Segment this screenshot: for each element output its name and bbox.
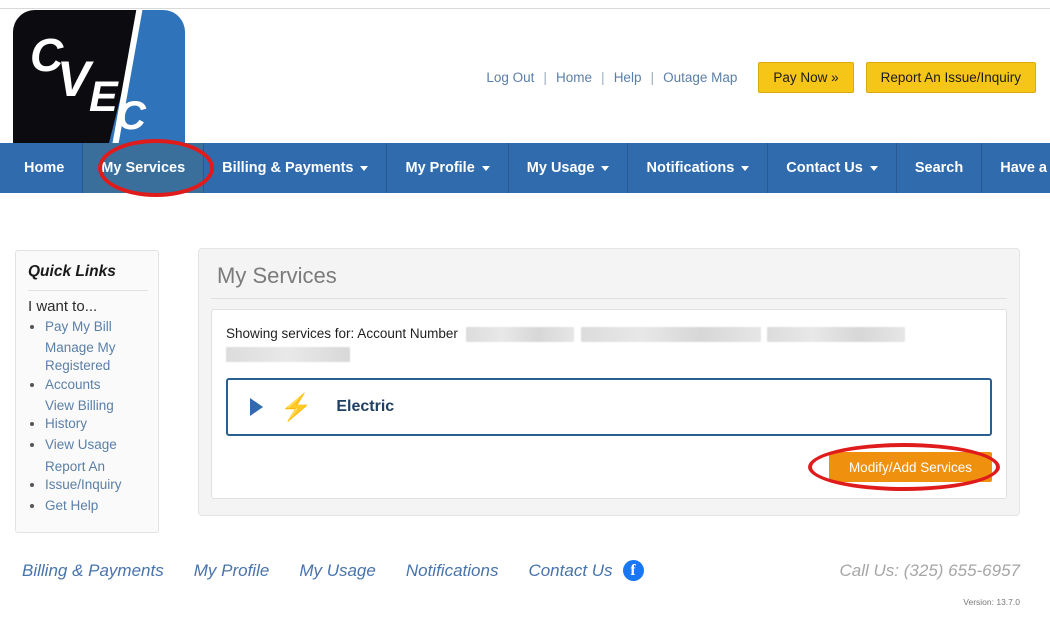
nav-label-my-usage: My Usage — [526, 160, 595, 176]
list-item: Get Help — [45, 497, 148, 515]
list-item: Report An Issue/Inquiry — [45, 458, 148, 494]
quick-links-subtitle: I want to... — [28, 298, 98, 315]
quick-links-title: Quick Links — [28, 263, 148, 291]
nav-item-search[interactable]: Search — [896, 143, 983, 193]
showing-services-text: Showing services for: Account Number — [226, 324, 992, 362]
call-us-text: Call Us: (325) 655-6957 — [839, 561, 1020, 580]
chevron-down-icon — [481, 165, 490, 171]
redacted-account-detail — [580, 326, 761, 342]
service-row-electric[interactable]: ⚡ Electric — [226, 378, 992, 436]
modify-add-services-button[interactable]: Modify/Add Services — [828, 452, 992, 482]
nav-label-billing-payments: Billing & Payments — [222, 160, 354, 176]
pay-now-button[interactable]: Pay Now » — [758, 61, 854, 93]
chevron-down-icon — [601, 165, 610, 171]
quick-link-manage-accounts[interactable]: Manage My Registered Accounts — [45, 339, 148, 394]
footer-link-my-profile[interactable]: My Profile — [194, 561, 270, 581]
version-text: Version: 13.7.0 — [963, 597, 1020, 607]
chevron-down-icon — [869, 165, 878, 171]
nav-label-my-profile: My Profile — [405, 160, 475, 176]
chevron-down-icon — [360, 165, 369, 171]
nav-item-home[interactable]: Home — [0, 143, 84, 193]
quick-link-report-issue[interactable]: Report An Issue/Inquiry — [45, 458, 148, 494]
main-navigation: Home My Services Billing & Payments My P… — [0, 143, 1050, 193]
utility-link-outage-map[interactable]: Outage Map — [654, 70, 746, 85]
service-label-electric: Electric — [336, 398, 395, 415]
redacted-account-name — [226, 347, 350, 362]
nav-item-billing-payments[interactable]: Billing & Payments — [204, 143, 388, 193]
expand-triangle-icon[interactable] — [250, 398, 263, 416]
cvec-logo[interactable]: C V E C — [13, 10, 185, 143]
utility-bar: Log Out | Home | Help | Outage Map Pay N… — [486, 61, 1036, 93]
list-item: Manage My Registered Accounts — [45, 339, 148, 394]
quick-links-list: Pay My Bill Manage My Registered Account… — [28, 318, 148, 515]
chevron-down-icon — [741, 165, 750, 171]
nav-label-notifications: Notifications — [646, 160, 735, 176]
nav-item-my-usage[interactable]: My Usage — [508, 143, 629, 193]
showing-services-label: Showing services for: Account Number — [226, 326, 458, 341]
list-item: Pay My Bill — [45, 318, 148, 336]
nav-label-home: Home — [24, 160, 65, 176]
lightning-bolt-icon: ⚡ — [280, 392, 313, 422]
list-item: View Billing History — [45, 397, 148, 433]
quick-links-panel: Quick Links I want to... Pay My Bill Man… — [15, 250, 159, 534]
services-card: Showing services for: Account Number ⚡ E… — [211, 309, 1007, 499]
nav-label-my-services: My Services — [101, 160, 186, 176]
report-issue-button[interactable]: Report An Issue/Inquiry — [865, 61, 1036, 93]
nav-item-contact-us[interactable]: Contact Us — [768, 143, 897, 193]
site-header: C V E C Log Out | Home | Help | Outage M… — [0, 9, 1050, 143]
footer-link-notifications[interactable]: Notifications — [406, 561, 499, 581]
page-title: My Services — [211, 259, 1007, 299]
page-content: Quick Links I want to... Pay My Bill Man… — [0, 193, 1050, 553]
nav-label-have-a-question: Have a Question — [1000, 160, 1050, 176]
quick-link-view-billing-history[interactable]: View Billing History — [45, 397, 148, 433]
nav-item-notifications[interactable]: Notifications — [628, 143, 769, 193]
redacted-account-number — [465, 326, 574, 342]
my-services-panel: My Services Showing services for: Accoun… — [198, 248, 1020, 516]
quick-link-view-usage[interactable]: View Usage — [45, 436, 117, 454]
footer-link-billing-payments[interactable]: Billing & Payments — [22, 561, 164, 581]
utility-link-help[interactable]: Help — [605, 70, 651, 85]
nav-label-search: Search — [914, 160, 964, 176]
nav-item-my-profile[interactable]: My Profile — [387, 143, 509, 193]
utility-link-log-out[interactable]: Log Out — [486, 70, 543, 85]
footer-link-my-usage[interactable]: My Usage — [299, 561, 376, 581]
nav-label-contact-us: Contact Us — [786, 160, 863, 176]
quick-link-pay-my-bill[interactable]: Pay My Bill — [45, 318, 112, 336]
site-footer: Billing & Payments My Profile My Usage N… — [0, 553, 1050, 643]
footer-links: Billing & Payments My Profile My Usage N… — [22, 560, 644, 581]
quick-link-get-help[interactable]: Get Help — [45, 497, 98, 515]
utility-link-home[interactable]: Home — [547, 70, 601, 85]
nav-item-have-a-question[interactable]: Have a Question — [982, 143, 1050, 193]
modify-add-services-wrap: Modify/Add Services — [828, 452, 992, 482]
footer-link-contact-us[interactable]: Contact Us — [528, 561, 612, 581]
list-item: View Usage — [45, 436, 148, 454]
page-root: C V E C Log Out | Home | Help | Outage M… — [0, 0, 1050, 643]
facebook-icon[interactable]: f — [622, 560, 644, 581]
nav-item-my-services[interactable]: My Services — [83, 143, 205, 193]
redacted-account-extra — [766, 326, 905, 342]
